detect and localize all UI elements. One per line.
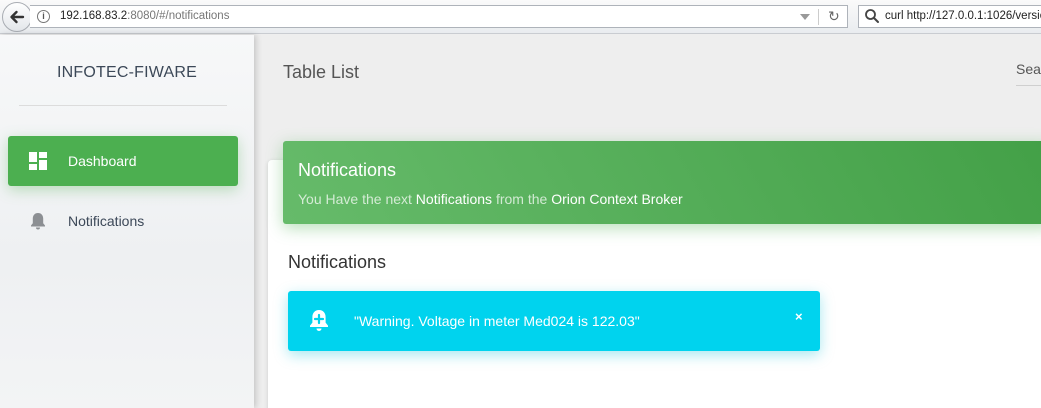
close-icon[interactable]: × (795, 309, 803, 324)
sidebar-item-label: Dashboard (68, 153, 137, 169)
bell-plus-icon (310, 310, 328, 331)
sidebar-item-label: Notifications (68, 213, 145, 229)
alert-message: "Warning. Voltage in meter Med024 is 122… (354, 313, 640, 329)
address-bar[interactable]: i 192.168.83.2:8080/#/notifications ↻ (30, 5, 848, 28)
browser-search-field[interactable]: curl http://127.0.0.1:1026/version (858, 5, 1041, 28)
card-header: Notifications You Have the next Notifica… (283, 141, 1041, 224)
reload-icon[interactable]: ↻ (828, 8, 840, 25)
bell-icon (31, 213, 45, 230)
search-icon (865, 9, 879, 23)
brand-logo-text[interactable]: INFOTEC-FIWARE (0, 64, 254, 82)
search-input[interactable]: Search (1016, 61, 1041, 86)
back-arrow-icon (10, 10, 25, 24)
browser-toolbar: i 192.168.83.2:8080/#/notifications ↻ cu… (0, 0, 1041, 34)
browser-search-text[interactable]: curl http://127.0.0.1:1026/version (885, 10, 1041, 22)
card-title: Notifications (298, 160, 397, 180)
sidebar-divider (19, 105, 227, 106)
dashboard-icon (29, 152, 47, 170)
sidebar-item-notifications[interactable]: Notifications (8, 196, 238, 246)
info-icon[interactable]: i (37, 10, 50, 23)
history-dropdown-icon[interactable] (800, 14, 810, 20)
notification-alert: "Warning. Voltage in meter Med024 is 122… (288, 291, 820, 351)
url-text[interactable]: 192.168.83.2:8080/#/notifications (60, 10, 229, 22)
sidebar-item-dashboard[interactable]: Dashboard (8, 136, 238, 186)
back-button[interactable] (2, 2, 32, 32)
sidebar: INFOTEC-FIWARE Dashboard Notifications (0, 35, 254, 408)
page-title: Table List (283, 62, 360, 82)
card-subtitle: You Have the next Notifications from the… (298, 191, 683, 207)
section-title: Notifications (288, 252, 387, 272)
url-divider (818, 9, 819, 25)
